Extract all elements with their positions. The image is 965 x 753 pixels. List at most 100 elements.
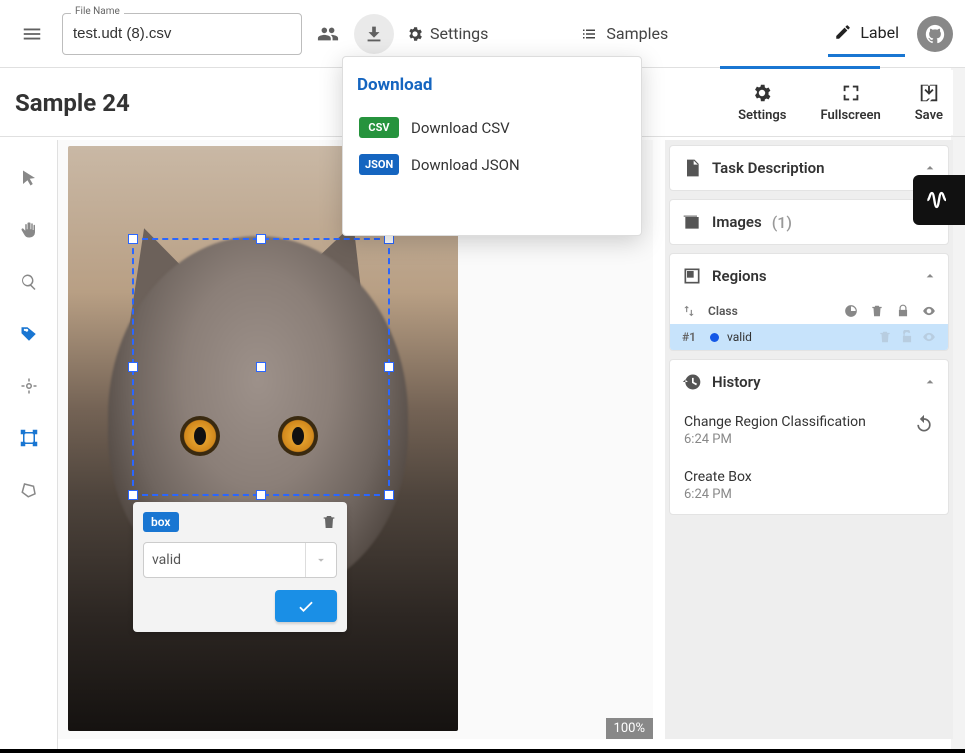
csv-badge: CSV	[359, 117, 399, 138]
settings-top-button[interactable]: Settings	[400, 18, 494, 49]
lock-all-button[interactable]	[896, 304, 910, 318]
box-tool[interactable]	[13, 422, 45, 454]
trash-icon	[870, 304, 884, 318]
unlock-icon	[900, 330, 914, 344]
save-action[interactable]: Save	[915, 82, 943, 123]
panel-title: History	[712, 373, 761, 391]
panel-images-header[interactable]: Images (1)	[670, 200, 948, 244]
filename-input[interactable]	[73, 25, 291, 42]
history-time: 6:24 PM	[684, 432, 866, 447]
images-count: (1)	[772, 213, 792, 232]
class-select[interactable]: valid	[143, 542, 337, 578]
resize-handle-ml[interactable]	[128, 362, 138, 372]
trash-icon	[321, 514, 337, 530]
history-row-0: Change Region Classification 6:24 PM	[670, 404, 948, 459]
download-csv-label: Download CSV	[411, 119, 510, 137]
history-time: 6:24 PM	[684, 487, 752, 502]
bounding-box-icon	[20, 429, 38, 447]
page-actions: Settings Fullscreen Save	[738, 82, 953, 123]
trash-icon	[878, 330, 892, 344]
people-icon	[317, 23, 339, 45]
eye-icon	[922, 330, 936, 344]
region-index: #1	[682, 330, 696, 344]
class-select-value: valid	[152, 552, 181, 568]
bounding-box[interactable]	[132, 238, 390, 496]
tab-samples[interactable]: Samples	[574, 12, 674, 55]
pie-icon	[844, 304, 858, 318]
list-icon	[580, 25, 598, 43]
download-popover-title: Download	[357, 75, 627, 95]
resize-handle-tm[interactable]	[256, 234, 266, 244]
tab-label[interactable]: Label	[828, 11, 905, 57]
gear-icon	[406, 25, 424, 43]
resize-handle-bm[interactable]	[256, 490, 266, 500]
panel-history-header[interactable]: History	[670, 360, 948, 404]
waveform-side-button[interactable]	[913, 175, 965, 225]
filename-label: File Name	[71, 6, 124, 17]
collaborators-button[interactable]	[308, 14, 348, 54]
github-link[interactable]	[917, 16, 953, 52]
chevron-up-icon	[922, 374, 938, 390]
settings-action-label: Settings	[738, 108, 786, 123]
regions-columns: Class	[670, 298, 948, 324]
reorder-button[interactable]	[682, 304, 696, 318]
filename-field[interactable]: File Name	[62, 13, 302, 55]
column-class-label: Class	[708, 304, 738, 318]
download-json-row[interactable]: JSON Download JSON	[357, 146, 627, 183]
fullscreen-action[interactable]: Fullscreen	[820, 82, 880, 123]
waveform-icon	[925, 186, 953, 214]
download-icon	[363, 23, 385, 45]
fullscreen-action-label: Fullscreen	[820, 108, 880, 123]
settings-top-label: Settings	[430, 24, 488, 43]
menu-icon	[21, 23, 43, 45]
visibility-all-button[interactable]	[922, 304, 936, 318]
region-icon	[682, 266, 702, 286]
pan-tool[interactable]	[13, 214, 45, 246]
tab-samples-label: Samples	[606, 24, 668, 43]
download-csv-row[interactable]: CSV Download CSV	[357, 109, 627, 146]
tab-label-text: Label	[860, 23, 899, 42]
trash-all-button[interactable]	[870, 304, 884, 318]
chevron-up-icon	[922, 160, 938, 176]
pie-button[interactable]	[844, 304, 858, 318]
polygon-tool[interactable]	[13, 474, 45, 506]
panel-title: Images	[712, 213, 762, 231]
point-tool[interactable]	[13, 370, 45, 402]
settings-action[interactable]: Settings	[738, 82, 786, 123]
menu-button[interactable]	[12, 14, 52, 54]
resize-handle-tl[interactable]	[128, 234, 138, 244]
download-button[interactable]	[354, 14, 394, 54]
document-icon	[682, 158, 702, 178]
panel-task-description-header[interactable]: Task Description	[670, 146, 948, 190]
panel-history: History Change Region Classification 6:2…	[669, 359, 949, 515]
visibility-region-button[interactable]	[922, 330, 936, 344]
save-icon	[918, 82, 940, 104]
chevron-up-icon	[922, 268, 938, 284]
save-action-label: Save	[915, 108, 943, 123]
delete-region-button[interactable]	[321, 514, 337, 530]
tag-tool[interactable]	[13, 318, 45, 350]
undo-button[interactable]	[914, 414, 934, 434]
scrollbar-track[interactable]	[951, 68, 965, 749]
region-row-1[interactable]: #1 valid	[670, 324, 948, 350]
lock-region-button[interactable]	[900, 330, 914, 344]
trash-region-button[interactable]	[878, 330, 892, 344]
edit-icon	[834, 23, 852, 41]
resize-handle-bl[interactable]	[128, 490, 138, 500]
resize-handle-br[interactable]	[384, 490, 394, 500]
json-badge: JSON	[359, 154, 399, 175]
cursor-icon	[20, 169, 38, 187]
resize-handle-mm[interactable]	[256, 362, 266, 372]
panel-regions: Regions Class #1 valid	[669, 253, 949, 351]
chevron-down-icon	[305, 543, 328, 577]
resize-handle-mr[interactable]	[384, 362, 394, 372]
fullscreen-icon	[840, 82, 862, 104]
zoom-tool[interactable]	[13, 266, 45, 298]
undo-icon	[914, 414, 934, 434]
panel-regions-header[interactable]: Regions	[670, 254, 948, 298]
confirm-region-button[interactable]	[275, 590, 337, 622]
panel-title: Regions	[712, 267, 767, 285]
panel-title: Task Description	[712, 159, 825, 177]
select-tool[interactable]	[13, 162, 45, 194]
tag-icon	[20, 325, 38, 343]
